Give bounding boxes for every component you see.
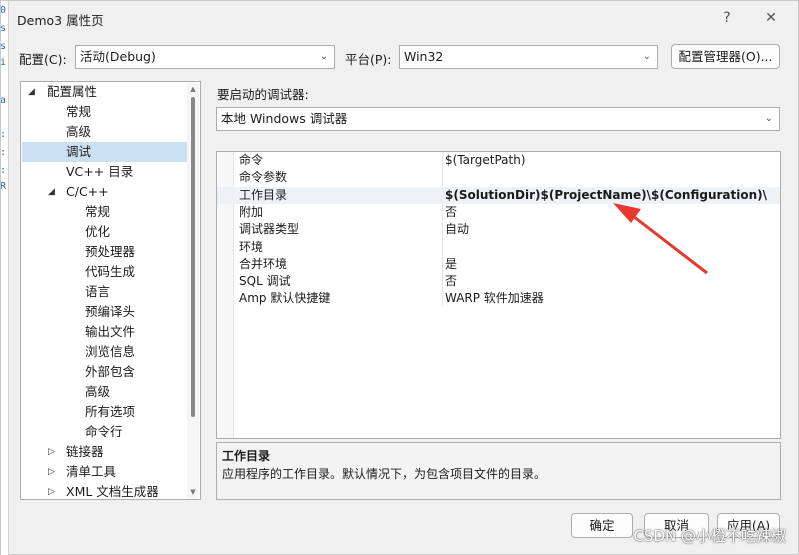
annotation-arrow-shaft xyxy=(628,211,708,275)
property-pages-dialog: 0 s s i a : : : R Demo3 属性页 ? ✕ 配置(C): 活… xyxy=(0,0,799,555)
annotation-arrow-icon xyxy=(613,203,708,275)
watermark: CSDN @小橙不吃辣椒 xyxy=(633,527,786,545)
